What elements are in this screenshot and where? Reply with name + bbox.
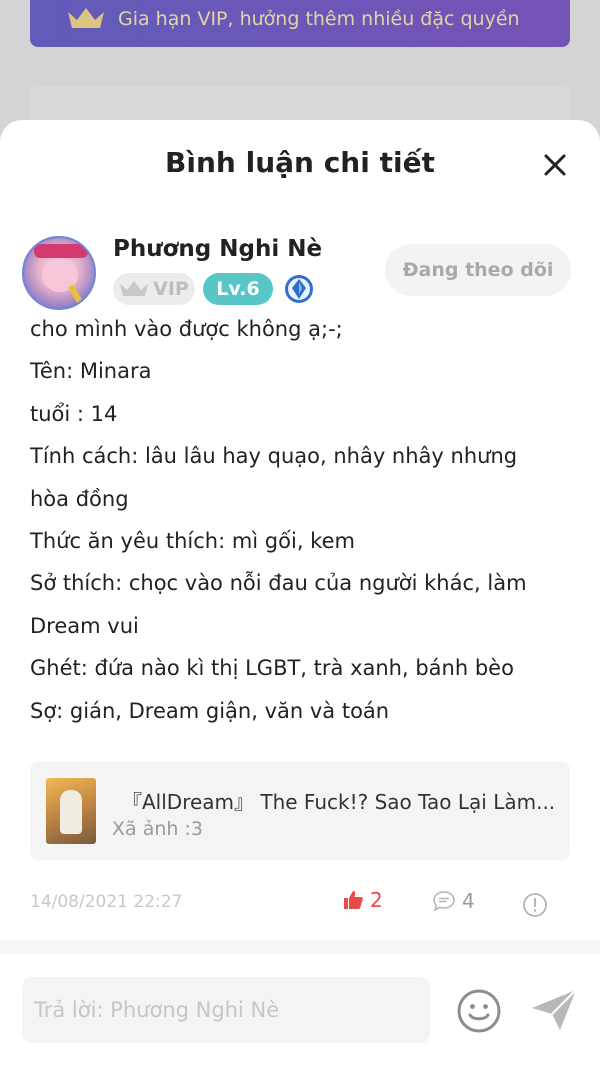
comment-line: Sợ: gián, Dream giận, văn và toán — [30, 698, 390, 723]
reply-count-button[interactable]: 4 — [432, 889, 475, 913]
comment-line: hòa đồng — [30, 486, 129, 511]
thumbs-up-icon — [344, 891, 363, 909]
comment-line: Sở thích: chọc vào nỗi đau của người khá… — [30, 571, 527, 596]
avatar[interactable] — [22, 236, 96, 310]
section-divider — [0, 940, 600, 954]
close-button[interactable] — [540, 150, 570, 180]
reply-input[interactable] — [22, 977, 430, 1043]
vip-badge: VIP — [113, 273, 195, 305]
comment-line: cho mình vào được không ạ;-; — [30, 317, 343, 341]
linked-story-card[interactable]: 『AllDream』 The Fuck!? Sao Tao Lại Làm...… — [30, 762, 570, 860]
vip-label: VIP — [153, 278, 189, 300]
story-title: 『AllDream』 The Fuck!? Sao Tao Lại Làm... — [122, 790, 556, 814]
story-thumbnail — [46, 778, 96, 844]
thumbnail-figure — [60, 790, 82, 834]
level-badge: Lv.6 — [203, 273, 273, 305]
send-button[interactable] — [530, 986, 578, 1038]
story-subtitle: Xã ảnh :3 — [112, 818, 203, 840]
report-icon — [523, 893, 547, 917]
avatar-bow — [34, 244, 88, 258]
emoji-icon — [457, 989, 501, 1033]
avatar-wand — [67, 284, 87, 308]
like-button[interactable]: 2 — [342, 888, 383, 912]
report-button[interactable] — [522, 892, 548, 922]
diamond-rank-icon — [285, 275, 313, 303]
comment-timestamp: 14/08/2021 22:27 — [30, 892, 183, 912]
username[interactable]: Phương Nghi Nè — [113, 236, 322, 262]
comment-line: Tính cách: lâu lâu hay quạo, nhây nhây n… — [30, 444, 518, 469]
emoji-button[interactable] — [456, 988, 502, 1038]
close-icon — [544, 154, 566, 176]
comment-detail-sheet: Bình luận chi tiết Phương Nghi Nè VIP Lv… — [0, 120, 600, 1065]
reply-count: 4 — [462, 889, 475, 913]
user-badges: VIP Lv.6 — [113, 273, 315, 305]
following-button[interactable]: Đang theo dõi — [385, 244, 571, 296]
comment-line: Thức ăn yêu thích: mì gối, kem — [30, 529, 355, 554]
send-icon — [532, 989, 577, 1030]
like-count: 2 — [370, 888, 383, 912]
comment-line: tuổi : 14 — [30, 401, 118, 426]
comment-line: Dream vui — [30, 613, 139, 638]
comment-line: Ghét: đứa nào kì thị LGBT, trà xanh, bán… — [30, 656, 514, 681]
vip-crown-icon — [120, 281, 149, 296]
sheet-title: Bình luận chi tiết — [165, 146, 435, 179]
comment-line: Tên: Minara — [30, 359, 152, 384]
comment-icon — [433, 891, 455, 912]
comment-body: cho mình vào được không ạ;-; Tên: Minara… — [30, 308, 570, 732]
